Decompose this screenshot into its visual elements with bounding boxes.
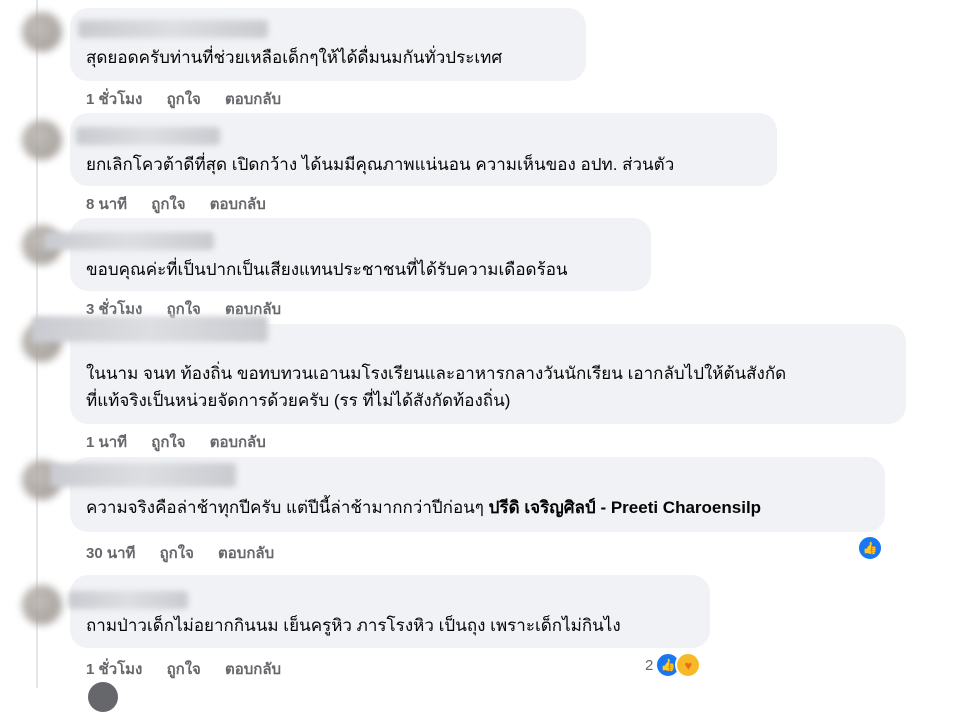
comment-text-line-1: ในนาม จนท ท้องถิ่น ขอทบทวนเอานมโรงเรียนแ… (86, 364, 787, 383)
reply-button[interactable]: ตอบกลับ (225, 91, 281, 108)
avatar[interactable] (22, 120, 62, 160)
avatar[interactable] (22, 12, 62, 52)
comment-actions: 8 นาที ถูกใจ ตอบกลับ (86, 192, 286, 216)
comment-bubble: ความจริงคือล่าช้าทุกปีครับ แต่ปีนี้ล่าช้… (50, 457, 885, 532)
author-name-blurred[interactable] (44, 232, 214, 250)
comment-text-line-2: ที่แท้จริงเป็นหน่วยจัดการด้วยครับ (รร ที… (86, 391, 511, 410)
timestamp[interactable]: 8 นาที (86, 196, 127, 213)
comment-actions: 30 นาที ถูกใจ ตอบกลับ (86, 541, 294, 565)
reaction-summary[interactable]: 👍 (857, 535, 883, 561)
comment-text-main: ความจริงคือล่าช้าทุกปีครับ แต่ปีนี้ล่าช้… (86, 498, 489, 517)
timestamp[interactable]: 1 ชั่วโมง (86, 91, 142, 108)
comment-bubble: สุดยอดครับท่านที่ช่วยเหลือเด็กๆให้ได้ดื่… (70, 8, 586, 81)
comment-text: ยกเลิกโควต้าดีที่สุด เปิดกว้าง ได้นมมีคุ… (86, 155, 675, 174)
comment-bubble: ยกเลิกโควต้าดีที่สุด เปิดกว้าง ได้นมมีคุ… (70, 113, 777, 186)
author-name-blurred[interactable] (68, 591, 188, 609)
reply-button[interactable]: ตอบกลับ (218, 545, 274, 562)
reply-button[interactable]: ตอบกลับ (225, 661, 281, 678)
like-button[interactable]: ถูกใจ (167, 661, 201, 678)
avatar[interactable] (22, 585, 62, 625)
like-button[interactable]: ถูกใจ (151, 196, 185, 213)
reaction-summary[interactable]: 2 👍 ♥ (645, 652, 702, 678)
comment-bubble: ถามป่าวเด็กไม่อยากกินนม เย็นครูหิว ภารโร… (68, 575, 710, 648)
author-name-blurred[interactable] (76, 127, 220, 145)
like-button[interactable]: ถูกใจ (160, 545, 194, 562)
timestamp[interactable]: 1 นาที (86, 434, 127, 451)
comment-text: ถามป่าวเด็กไม่อยากกินนม เย็นครูหิว ภารโร… (86, 616, 621, 635)
comment-actions: 1 ชั่วโมง ถูกใจ ตอบกลับ (86, 657, 301, 681)
timestamp[interactable]: 1 ชั่วโมง (86, 661, 142, 678)
comment-text: ความจริงคือล่าช้าทุกปีครับ แต่ปีนี้ล่าช้… (86, 494, 761, 521)
comment-text: สุดยอดครับท่านที่ช่วยเหลือเด็กๆให้ได้ดื่… (86, 48, 503, 67)
reply-button[interactable]: ตอบกลับ (210, 434, 266, 451)
reply-button[interactable]: ตอบกลับ (210, 196, 266, 213)
comment-actions: 1 นาที ถูกใจ ตอบกลับ (86, 430, 286, 454)
reaction-count: 2 (645, 656, 654, 674)
like-button[interactable]: ถูกใจ (167, 91, 201, 108)
comment-actions: 1 ชั่วโมง ถูกใจ ตอบกลับ (86, 87, 301, 111)
comment-text: ขอบคุณค่ะที่เป็นปากเป็นเสียงแทนประชาชนที… (86, 260, 568, 279)
mention-link[interactable]: ปรีดิ เจริญศิลป์ - Preeti Charoensilp (489, 498, 761, 517)
comment-bubble: ในนาม จนท ท้องถิ่น ขอทบทวนเอานมโรงเรียนแ… (32, 316, 906, 424)
author-name-blurred[interactable] (78, 20, 268, 38)
care-icon: ♥ (675, 652, 702, 678)
avatar[interactable] (88, 682, 118, 712)
author-name-blurred[interactable] (32, 316, 268, 342)
author-name-blurred[interactable] (50, 463, 236, 487)
timestamp[interactable]: 30 นาที (86, 545, 135, 562)
like-button[interactable]: ถูกใจ (151, 434, 185, 451)
comment-bubble: ขอบคุณค่ะที่เป็นปากเป็นเสียงแทนประชาชนที… (44, 218, 651, 291)
like-icon: 👍 (857, 535, 883, 561)
